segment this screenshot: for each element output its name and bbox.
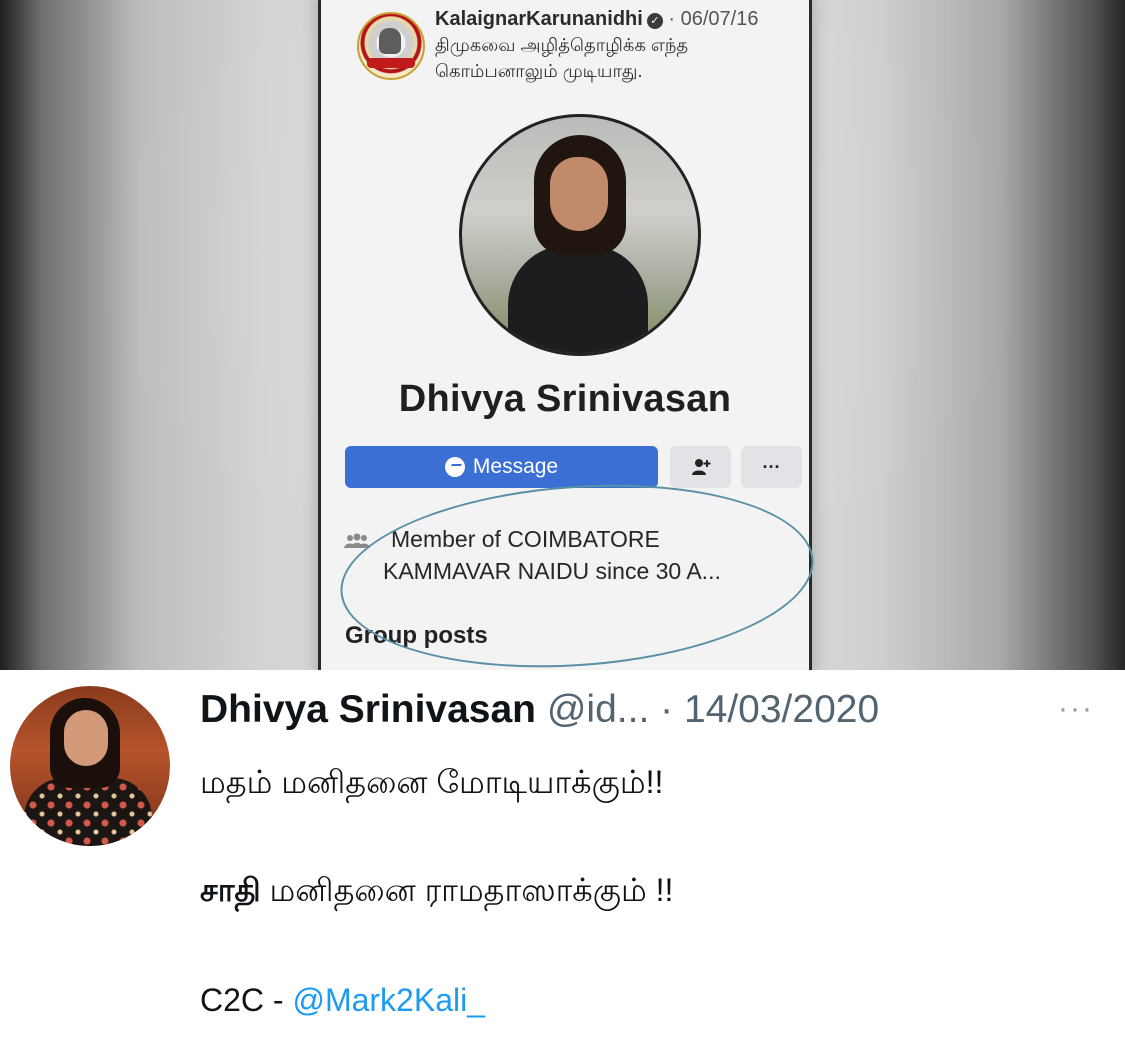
tweet-header: Dhivya Srinivasan @id... · 14/03/2020 [200,688,879,732]
tweet-line-2-bold: சாதி [200,872,261,908]
tweet-line-3: C2C - @Mark2Kali_ [200,982,485,1019]
tweet-author-name[interactable]: Dhivya Srinivasan [200,688,536,731]
post-text: திமுகவை அழித்தொழிக்க எந்த கொம்பனாலும் மு… [435,35,689,81]
tweet-handle-date[interactable]: @id... · 14/03/2020 [547,688,879,731]
tweet-line-1: மதம் மனிதனை மோடியாக்கும்!! [200,764,664,800]
verified-badge-icon: ✓ [646,13,663,29]
profile-actions: Message ··· [345,446,802,488]
page-avatar[interactable] [357,12,425,80]
post-author[interactable]: KalaignarKarunanidhi ✓ · 06/07/16 [435,8,758,31]
mention-link[interactable]: @Mark2Kali_ [292,982,485,1018]
more-button[interactable]: ··· [741,446,802,488]
message-button[interactable]: Message [345,446,658,488]
add-friend-icon [691,459,710,475]
photographed-facebook-screenshot: KalaignarKarunanidhi ✓ · 06/07/16 திமுகவை… [0,0,1125,670]
messenger-icon [444,457,465,477]
tweet-line-2: சாதி மனிதனை ராமதாஸாக்கும் !! [200,872,673,913]
add-friend-button[interactable] [670,446,731,488]
more-options-icon[interactable]: ··· [1058,692,1094,726]
tweet-line-3-prefix: C2C - [200,982,293,1018]
tweet-line-2-rest: மனிதனை ராமதாஸாக்கும் !! [269,872,674,908]
tweet-avatar[interactable] [10,686,170,846]
post-date: · 06/07/16 [668,8,759,30]
tweet: Dhivya Srinivasan @id... · 14/03/2020 ··… [0,670,1125,1061]
profile-picture[interactable] [459,114,701,356]
profile-name: Dhivya Srinivasan [398,378,732,420]
